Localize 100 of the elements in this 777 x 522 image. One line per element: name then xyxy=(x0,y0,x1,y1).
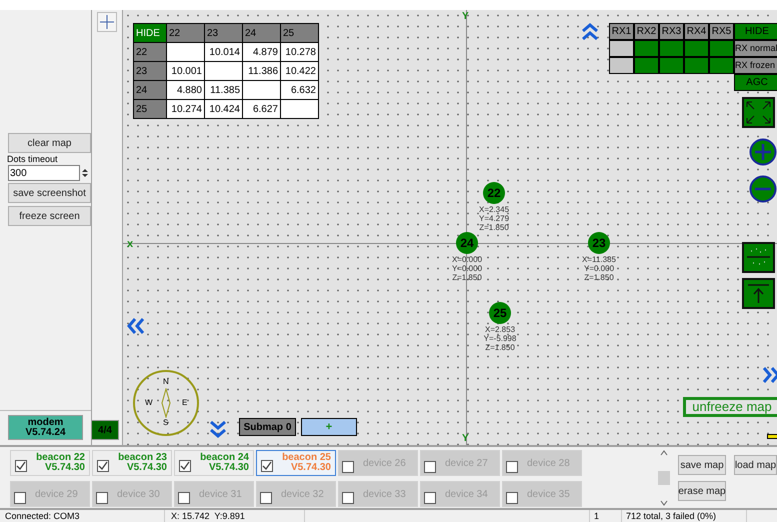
distance-cell xyxy=(242,80,280,100)
checkbox[interactable] xyxy=(260,492,272,504)
beacon-card[interactable]: beacon 25 V5.74.30 xyxy=(256,450,336,476)
cursor-position: X: 15.742 Y:9.891 xyxy=(165,510,305,522)
checkbox[interactable] xyxy=(506,492,518,504)
dots-timeout-label: Dots timeout xyxy=(7,154,59,165)
checkbox[interactable] xyxy=(261,460,273,472)
node-coordinate: Z=1.850 xyxy=(584,273,614,282)
beacon-node[interactable]: 22 xyxy=(483,182,505,204)
scroll-down-icon[interactable] xyxy=(660,500,668,506)
node-coordinate: X=0.000 xyxy=(452,255,482,264)
connection-status: Connected: COM3 xyxy=(0,510,165,522)
rx-toggle[interactable] xyxy=(709,57,734,74)
checkbox[interactable] xyxy=(96,492,108,504)
distance-cell: 10.014 xyxy=(204,42,242,62)
beacon-card[interactable]: beacon 22 V5.74.30 xyxy=(10,450,90,476)
rx-toggle[interactable] xyxy=(634,57,659,74)
row-header: 22 xyxy=(134,42,166,62)
double-chevron-up-icon[interactable] xyxy=(580,22,600,42)
rx-toggle[interactable] xyxy=(609,40,634,57)
row-header: 23 xyxy=(134,62,166,80)
beacon-node[interactable]: 23 xyxy=(588,232,610,254)
distance-cell: 6.632 xyxy=(280,80,318,100)
hide-button[interactable]: HIDE xyxy=(734,23,777,40)
transfer-stats: 712 total, 3 failed (0%) xyxy=(622,510,747,522)
distance-cell: 10.424 xyxy=(204,100,242,118)
beacon-name: beacon 22 xyxy=(36,453,85,463)
checkbox[interactable] xyxy=(15,460,27,472)
node-coordinate: Y=4.279 xyxy=(478,214,510,223)
scroll-up-icon[interactable] xyxy=(660,450,668,456)
beacon-version: V5.74.30 xyxy=(126,463,167,473)
beacon-node[interactable]: 25 xyxy=(489,302,511,324)
map-canvas[interactable] xyxy=(123,10,777,445)
rx-column-header: RX4 xyxy=(684,23,709,40)
rx-toggle[interactable] xyxy=(659,57,684,74)
status-counter: 1 xyxy=(590,510,622,522)
checkbox[interactable] xyxy=(14,492,26,504)
checkbox[interactable] xyxy=(506,461,518,473)
unfreeze-map-button[interactable]: unfreeze map xyxy=(683,397,777,417)
node-coordinate: Y=0.000 xyxy=(584,264,614,273)
compass-needle-icon xyxy=(161,388,171,418)
hide-button[interactable]: HIDE xyxy=(134,24,166,42)
double-chevron-right-icon[interactable] xyxy=(761,365,777,385)
node-coordinate: Z=1.850 xyxy=(479,223,509,232)
rx-toggle[interactable] xyxy=(684,40,709,57)
rx-column-header: RX3 xyxy=(659,23,684,40)
rx-toggle[interactable] xyxy=(684,57,709,74)
beacon-node[interactable]: 24 xyxy=(456,232,478,254)
beacon-version: V5.74.30 xyxy=(290,463,331,473)
row-header: 24 xyxy=(134,80,166,100)
erase-map-button[interactable]: erase map xyxy=(678,481,726,501)
clear-map-button[interactable]: clear map xyxy=(8,133,91,153)
zoom-out-icon[interactable] xyxy=(749,175,777,203)
agc-button[interactable]: AGC xyxy=(734,74,777,91)
rx-toggle[interactable] xyxy=(709,40,734,57)
load-map-button[interactable]: load map xyxy=(734,455,777,475)
column-header: 25 xyxy=(280,24,318,42)
node-coordinate: Z=1.850 xyxy=(485,343,515,352)
node-coordinate: X=2.345 xyxy=(478,205,510,214)
double-chevron-down-icon[interactable] xyxy=(208,419,228,439)
double-chevron-left-icon[interactable] xyxy=(126,316,146,336)
submap-button[interactable]: Submap 0 xyxy=(239,418,296,436)
node-coordinate: Y=-5.998 xyxy=(484,334,516,343)
beacon-card[interactable]: beacon 24 V5.74.30 xyxy=(174,450,254,476)
column-header: 23 xyxy=(204,24,242,42)
scroll-thumb[interactable] xyxy=(658,471,670,485)
fullscreen-icon[interactable] xyxy=(742,97,775,128)
checkbox[interactable] xyxy=(178,492,190,504)
add-submap-button[interactable]: + xyxy=(301,418,357,436)
checkbox[interactable] xyxy=(179,460,191,472)
row-header: 25 xyxy=(134,100,166,118)
spin-arrows-icon[interactable] xyxy=(80,167,90,179)
save-map-button[interactable]: save map xyxy=(678,455,726,475)
beacon-card[interactable]: beacon 23 V5.74.30 xyxy=(92,450,172,476)
dots-timeout-field[interactable]: 300 xyxy=(8,165,80,181)
rx-toggle[interactable] xyxy=(634,40,659,57)
scrollbar[interactable] xyxy=(657,450,671,506)
y-axis-label: Y xyxy=(462,12,469,22)
rx-toggle[interactable] xyxy=(659,40,684,57)
save-screenshot-button[interactable]: save screenshot xyxy=(8,183,91,203)
checkbox[interactable] xyxy=(97,460,109,472)
node-coordinate: Y=0.000 xyxy=(452,264,482,273)
checkbox[interactable] xyxy=(342,492,354,504)
compass-east: E xyxy=(182,399,188,407)
distance-cell: 10.001 xyxy=(166,62,204,80)
rx-column-header: RX1 xyxy=(609,23,634,40)
distance-cell: 6.627 xyxy=(242,100,280,118)
beacon-name: beacon 24 xyxy=(200,453,249,463)
freeze-screen-button[interactable]: freeze screen xyxy=(8,206,91,226)
compass-south: S xyxy=(163,419,168,427)
checkbox[interactable] xyxy=(424,492,436,504)
arrow-up-icon[interactable] xyxy=(742,278,775,309)
zoom-in-icon[interactable] xyxy=(749,138,777,166)
rx-toggle[interactable] xyxy=(609,57,634,74)
dots-toggle-icon[interactable] xyxy=(742,242,775,273)
beacon-version: V5.74.30 xyxy=(44,463,85,473)
checkbox[interactable] xyxy=(424,461,436,473)
checkbox[interactable] xyxy=(342,461,354,473)
axes-icon[interactable] xyxy=(97,12,117,32)
modem-name: modem xyxy=(28,418,64,428)
